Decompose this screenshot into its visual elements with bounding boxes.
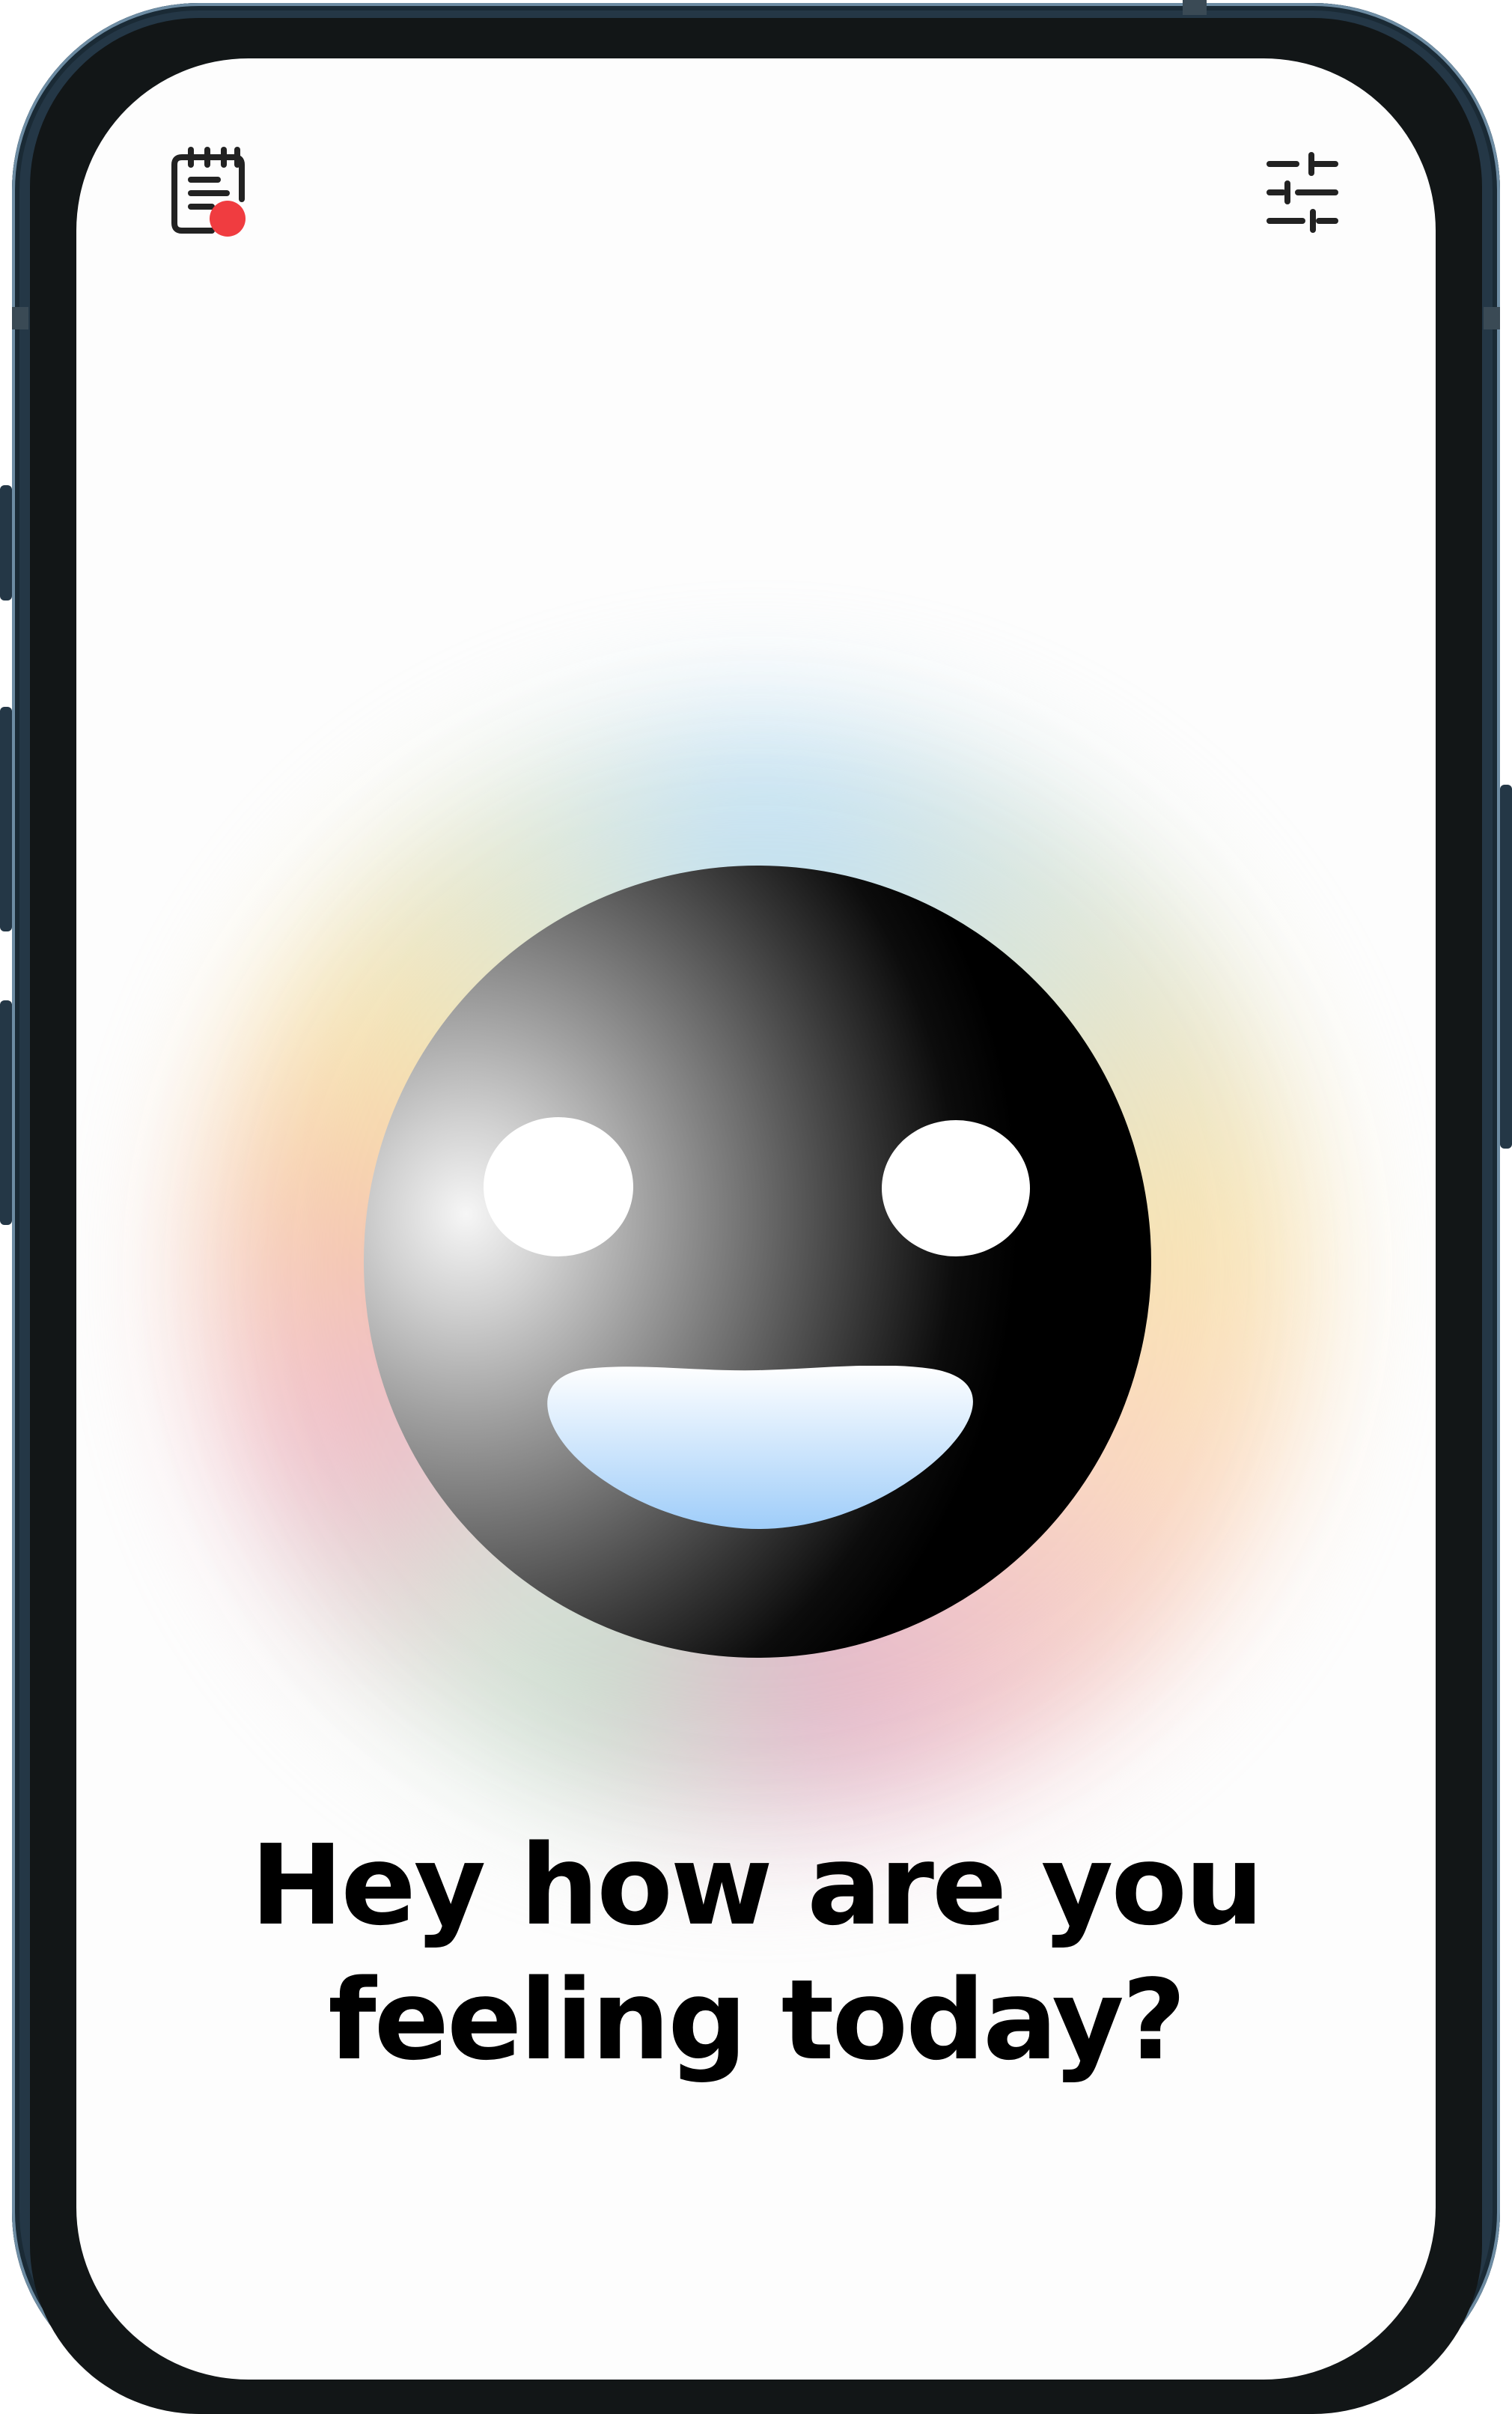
prompt-line-1: Hey how are you — [250, 1821, 1264, 1950]
phone-device: Hey how are you feeling today? — [0, 0, 1512, 2414]
power-button — [1500, 785, 1512, 1149]
volume-up-button — [0, 707, 12, 931]
left-eye — [484, 1117, 633, 1256]
prompt-line-2: feeling today? — [328, 1956, 1186, 2085]
mouth — [547, 1366, 973, 1529]
right-eye — [882, 1120, 1030, 1256]
notification-dot — [210, 201, 246, 237]
app-screen: Hey how are you feeling today? — [76, 58, 1436, 2380]
journal-button[interactable] — [157, 141, 262, 246]
settings-button[interactable] — [1250, 141, 1355, 246]
silent-switch — [0, 485, 12, 601]
volume-down-button — [0, 1000, 12, 1225]
mood-face[interactable] — [364, 866, 1151, 1658]
sliders-icon — [1266, 152, 1338, 233]
antenna-band — [1183, 0, 1207, 15]
antenna-band — [12, 307, 28, 329]
antenna-band — [1484, 307, 1500, 329]
mood-prompt-heading: Hey how are you feeling today? — [76, 1818, 1436, 2088]
